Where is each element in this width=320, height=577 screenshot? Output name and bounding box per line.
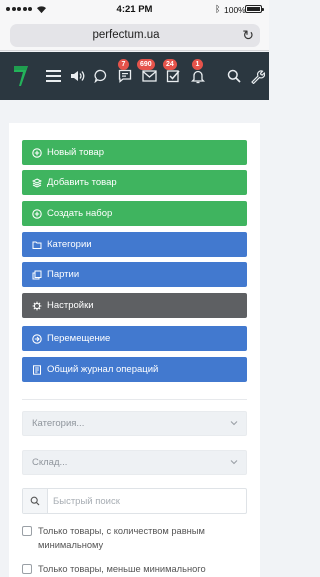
bluetooth-icon: ᛒ: [215, 4, 221, 14]
journal-icon: [32, 364, 42, 375]
gear-icon: [32, 301, 42, 311]
categories-label: Категории: [47, 239, 92, 250]
copy-icon: [32, 270, 42, 280]
volume-icon[interactable]: [67, 66, 87, 86]
categories-button[interactable]: Категории: [22, 232, 247, 257]
checkbox-box[interactable]: [22, 564, 32, 574]
messages-icon[interactable]: 7: [115, 59, 135, 86]
min-quantity-label: Только товары, с количеством равным мини…: [38, 526, 205, 550]
chat-icon[interactable]: [91, 66, 111, 86]
search-icon[interactable]: [23, 489, 48, 513]
hamburger-icon[interactable]: [43, 66, 63, 86]
operations-journal-label: Общий журнал операций: [47, 364, 159, 375]
product-actions-panel: Новый товар Добавить товар Создать набор…: [9, 123, 260, 577]
plus-circle-icon: [32, 147, 42, 158]
batches-label: Партии: [47, 269, 80, 280]
new-product-button[interactable]: Новый товар: [22, 140, 247, 165]
bell-badge: 1: [192, 59, 203, 70]
below-min-label: Только товары, меньше минимального: [38, 564, 206, 574]
create-set-button[interactable]: Создать набор: [22, 201, 247, 226]
add-product-button[interactable]: Добавить товар: [22, 170, 247, 195]
chevron-down-icon: [230, 460, 238, 465]
layers-icon: [32, 177, 42, 188]
logo-icon[interactable]: [13, 65, 29, 87]
category-select-placeholder: Категория...: [32, 418, 85, 429]
folder-icon: [32, 240, 42, 250]
search-icon[interactable]: [224, 66, 244, 86]
status-bar: 4:21 PM ᛒ 100%: [0, 0, 269, 20]
quick-search-input[interactable]: [53, 494, 238, 508]
below-min-checkbox[interactable]: Только товары, меньше минимального: [22, 562, 238, 576]
warehouse-select-placeholder: Склад...: [32, 457, 68, 468]
batches-button[interactable]: Партии: [22, 262, 247, 287]
wrench-icon[interactable]: [247, 66, 267, 86]
create-set-label: Создать набор: [47, 208, 113, 219]
new-product-label: Новый товар: [47, 147, 104, 158]
category-select[interactable]: Категория...: [22, 411, 247, 436]
quick-search: [22, 488, 247, 514]
mail-icon[interactable]: 690: [137, 59, 159, 86]
arrow-circle-icon: [32, 333, 42, 344]
settings-button[interactable]: Настройки: [22, 293, 247, 318]
transfer-button[interactable]: Перемещение: [22, 326, 247, 351]
battery-percent: 100%: [224, 5, 246, 15]
messages-badge: 7: [118, 59, 129, 70]
url-text[interactable]: perfectum.ua: [10, 29, 242, 41]
battery-icon: [245, 5, 264, 13]
chevron-down-icon: [230, 421, 238, 426]
checkbox-box[interactable]: [22, 526, 32, 536]
tasks-badge: 24: [163, 59, 177, 70]
mail-badge: 690: [137, 59, 155, 70]
reload-icon[interactable]: ↻: [242, 27, 254, 43]
divider: [22, 399, 247, 400]
address-bar[interactable]: perfectum.ua ↻: [10, 24, 260, 47]
operations-journal-button[interactable]: Общий журнал операций: [22, 357, 247, 382]
add-product-label: Добавить товар: [47, 177, 117, 188]
transfer-label: Перемещение: [47, 333, 111, 344]
plus-circle-icon: [32, 208, 42, 219]
app-navbar: 7 690 24 1: [0, 52, 269, 100]
settings-label: Настройки: [47, 300, 94, 311]
bell-icon[interactable]: 1: [188, 59, 208, 86]
tasks-icon[interactable]: 24: [163, 59, 183, 86]
browser-bar: perfectum.ua ↻: [0, 20, 269, 51]
min-quantity-checkbox[interactable]: Только товары, с количеством равным мини…: [22, 524, 238, 552]
warehouse-select[interactable]: Склад...: [22, 450, 247, 475]
